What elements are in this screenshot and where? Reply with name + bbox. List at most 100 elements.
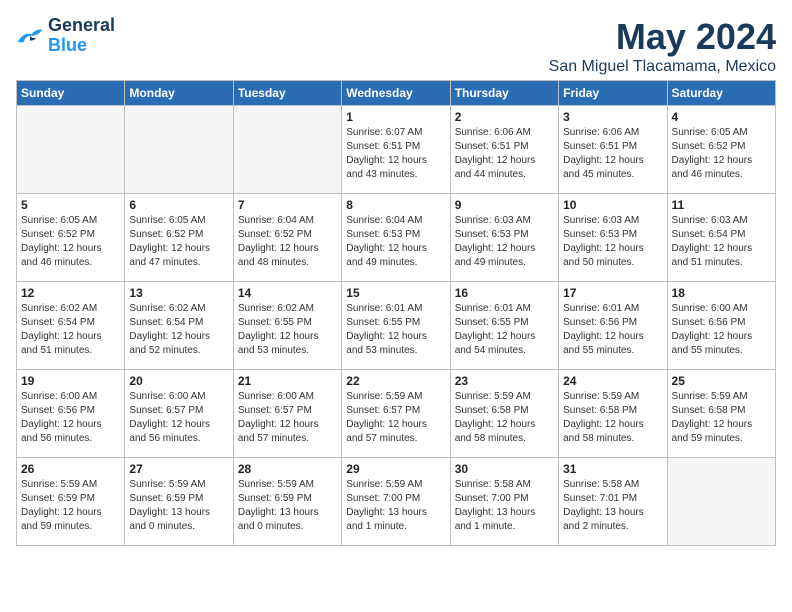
day-number: 22 (346, 374, 445, 388)
calendar-cell: 21Sunrise: 6:00 AMSunset: 6:57 PMDayligh… (233, 370, 341, 458)
day-number: 31 (563, 462, 662, 476)
day-number: 12 (21, 286, 120, 300)
calendar-cell: 12 Sunrise: 6:02 AMSunset: 6:54 PMDayligh… (17, 282, 125, 370)
day-number: 6 (129, 198, 228, 212)
calendar-cell: 24Sunrise: 5:59 AMSunset: 6:58 PMDayligh… (559, 370, 667, 458)
calendar-cell (233, 106, 341, 194)
day-info: Sunrise: 5:59 AMSunset: 6:57 PMDaylight:… (346, 390, 445, 446)
calendar-cell: 18 Sunrise: 6:00 AMSunset: 6:56 PMDayligh… (667, 282, 775, 370)
day-header-wednesday: Wednesday (342, 81, 450, 106)
day-info: Sunrise: 6:02 AMSunset: 6:54 PMDaylight:… (129, 302, 228, 358)
calendar-cell: 31 Sunrise: 5:58 AMSunset: 7:01 PMDayligh… (559, 458, 667, 546)
week-row-2: 5Sunrise: 6:05 AMSunset: 6:52 PMDaylight… (17, 194, 776, 282)
day-number: 15 (346, 286, 445, 300)
day-info: Sunrise: 6:06 AMSunset: 6:51 PMDaylight:… (455, 126, 554, 182)
day-info: Sunrise: 6:05 AMSunset: 6:52 PMDaylight:… (21, 214, 120, 270)
day-header-thursday: Thursday (450, 81, 558, 106)
day-number: 30 (455, 462, 554, 476)
day-number: 25 (672, 374, 771, 388)
day-header-saturday: Saturday (667, 81, 775, 106)
day-number: 13 (129, 286, 228, 300)
day-number: 10 (563, 198, 662, 212)
calendar-cell: 27 Sunrise: 5:59 AMSunset: 6:59 PMDayligh… (125, 458, 233, 546)
day-info: Sunrise: 5:58 AMSunset: 7:00 PMDaylight:… (455, 478, 554, 534)
calendar-body: 1Sunrise: 6:07 AMSunset: 6:51 PMDaylight… (17, 106, 776, 546)
day-number: 26 (21, 462, 120, 476)
day-number: 1 (346, 110, 445, 124)
day-info: Sunrise: 6:00 AMSunset: 6:57 PMDaylight:… (129, 390, 228, 446)
calendar-cell: 29 Sunrise: 5:59 AMSunset: 7:00 PMDayligh… (342, 458, 450, 546)
day-header-tuesday: Tuesday (233, 81, 341, 106)
week-row-1: 1Sunrise: 6:07 AMSunset: 6:51 PMDaylight… (17, 106, 776, 194)
title-block: May 2024 San Miguel Tlacamama, Mexico (549, 16, 776, 76)
logo-bird-icon (16, 25, 44, 47)
month-title: May 2024 (549, 16, 776, 58)
week-row-4: 19 Sunrise: 6:00 AMSunset: 6:56 PMDayligh… (17, 370, 776, 458)
day-number: 17 (563, 286, 662, 300)
calendar-cell: 2Sunrise: 6:06 AMSunset: 6:51 PMDaylight… (450, 106, 558, 194)
calendar-cell (125, 106, 233, 194)
calendar-cell: 13 Sunrise: 6:02 AMSunset: 6:54 PMDayligh… (125, 282, 233, 370)
day-number: 19 (21, 374, 120, 388)
day-number: 21 (238, 374, 337, 388)
calendar-cell: 1Sunrise: 6:07 AMSunset: 6:51 PMDaylight… (342, 106, 450, 194)
day-info: Sunrise: 5:59 AMSunset: 6:58 PMDaylight:… (672, 390, 771, 446)
day-info: Sunrise: 6:02 AMSunset: 6:54 PMDaylight:… (21, 302, 120, 358)
calendar-cell: 14Sunrise: 6:02 AMSunset: 6:55 PMDayligh… (233, 282, 341, 370)
calendar-cell: 20 Sunrise: 6:00 AMSunset: 6:57 PMDayligh… (125, 370, 233, 458)
day-info: Sunrise: 5:59 AMSunset: 6:59 PMDaylight:… (129, 478, 228, 534)
day-number: 14 (238, 286, 337, 300)
day-number: 29 (346, 462, 445, 476)
calendar-cell: 6 Sunrise: 6:05 AMSunset: 6:52 PMDaylight… (125, 194, 233, 282)
day-number: 16 (455, 286, 554, 300)
calendar-cell: 23 Sunrise: 5:59 AMSunset: 6:58 PMDayligh… (450, 370, 558, 458)
day-info: Sunrise: 6:00 AMSunset: 6:56 PMDaylight:… (21, 390, 120, 446)
day-info: Sunrise: 5:59 AMSunset: 6:59 PMDaylight:… (238, 478, 337, 534)
location-subtitle: San Miguel Tlacamama, Mexico (549, 58, 776, 76)
day-number: 11 (672, 198, 771, 212)
day-number: 9 (455, 198, 554, 212)
day-number: 4 (672, 110, 771, 124)
day-info: Sunrise: 5:59 AMSunset: 6:59 PMDaylight:… (21, 478, 120, 534)
day-info: Sunrise: 6:03 AMSunset: 6:54 PMDaylight:… (672, 214, 771, 270)
day-info: Sunrise: 6:01 AMSunset: 6:55 PMDaylight:… (346, 302, 445, 358)
day-number: 27 (129, 462, 228, 476)
calendar-cell: 3Sunrise: 6:06 AMSunset: 6:51 PMDaylight… (559, 106, 667, 194)
calendar-cell: 10Sunrise: 6:03 AMSunset: 6:53 PMDayligh… (559, 194, 667, 282)
calendar-cell (667, 458, 775, 546)
day-number: 24 (563, 374, 662, 388)
calendar-cell: 26 Sunrise: 5:59 AMSunset: 6:59 PMDayligh… (17, 458, 125, 546)
calendar-cell: 28 Sunrise: 5:59 AMSunset: 6:59 PMDayligh… (233, 458, 341, 546)
page-header: General Blue May 2024 San Miguel Tlacama… (16, 16, 776, 76)
day-number: 18 (672, 286, 771, 300)
day-info: Sunrise: 6:01 AMSunset: 6:56 PMDaylight:… (563, 302, 662, 358)
day-info: Sunrise: 5:58 AMSunset: 7:01 PMDaylight:… (563, 478, 662, 534)
day-info: Sunrise: 6:05 AMSunset: 6:52 PMDaylight:… (129, 214, 228, 270)
calendar-cell: 8Sunrise: 6:04 AMSunset: 6:53 PMDaylight… (342, 194, 450, 282)
day-info: Sunrise: 5:59 AMSunset: 7:00 PMDaylight:… (346, 478, 445, 534)
calendar-cell: 16 Sunrise: 6:01 AMSunset: 6:55 PMDayligh… (450, 282, 558, 370)
day-info: Sunrise: 6:01 AMSunset: 6:55 PMDaylight:… (455, 302, 554, 358)
calendar-cell: 7Sunrise: 6:04 AMSunset: 6:52 PMDaylight… (233, 194, 341, 282)
calendar-cell: 4 Sunrise: 6:05 AMSunset: 6:52 PMDaylight… (667, 106, 775, 194)
day-header-monday: Monday (125, 81, 233, 106)
calendar-cell: 17 Sunrise: 6:01 AMSunset: 6:56 PMDayligh… (559, 282, 667, 370)
day-header-sunday: Sunday (17, 81, 125, 106)
logo: General Blue (16, 16, 115, 56)
day-number: 20 (129, 374, 228, 388)
calendar-cell: 15 Sunrise: 6:01 AMSunset: 6:55 PMDayligh… (342, 282, 450, 370)
calendar-cell: 19 Sunrise: 6:00 AMSunset: 6:56 PMDayligh… (17, 370, 125, 458)
day-info: Sunrise: 6:00 AMSunset: 6:56 PMDaylight:… (672, 302, 771, 358)
calendar-cell: 5Sunrise: 6:05 AMSunset: 6:52 PMDaylight… (17, 194, 125, 282)
day-info: Sunrise: 6:05 AMSunset: 6:52 PMDaylight:… (672, 126, 771, 182)
calendar-cell: 30 Sunrise: 5:58 AMSunset: 7:00 PMDayligh… (450, 458, 558, 546)
day-info: Sunrise: 6:06 AMSunset: 6:51 PMDaylight:… (563, 126, 662, 182)
day-info: Sunrise: 6:04 AMSunset: 6:52 PMDaylight:… (238, 214, 337, 270)
day-info: Sunrise: 5:59 AMSunset: 6:58 PMDaylight:… (455, 390, 554, 446)
week-row-5: 26 Sunrise: 5:59 AMSunset: 6:59 PMDayligh… (17, 458, 776, 546)
day-number: 28 (238, 462, 337, 476)
day-number: 23 (455, 374, 554, 388)
day-number: 8 (346, 198, 445, 212)
logo-text: General Blue (48, 16, 115, 56)
day-info: Sunrise: 6:03 AMSunset: 6:53 PMDaylight:… (455, 214, 554, 270)
